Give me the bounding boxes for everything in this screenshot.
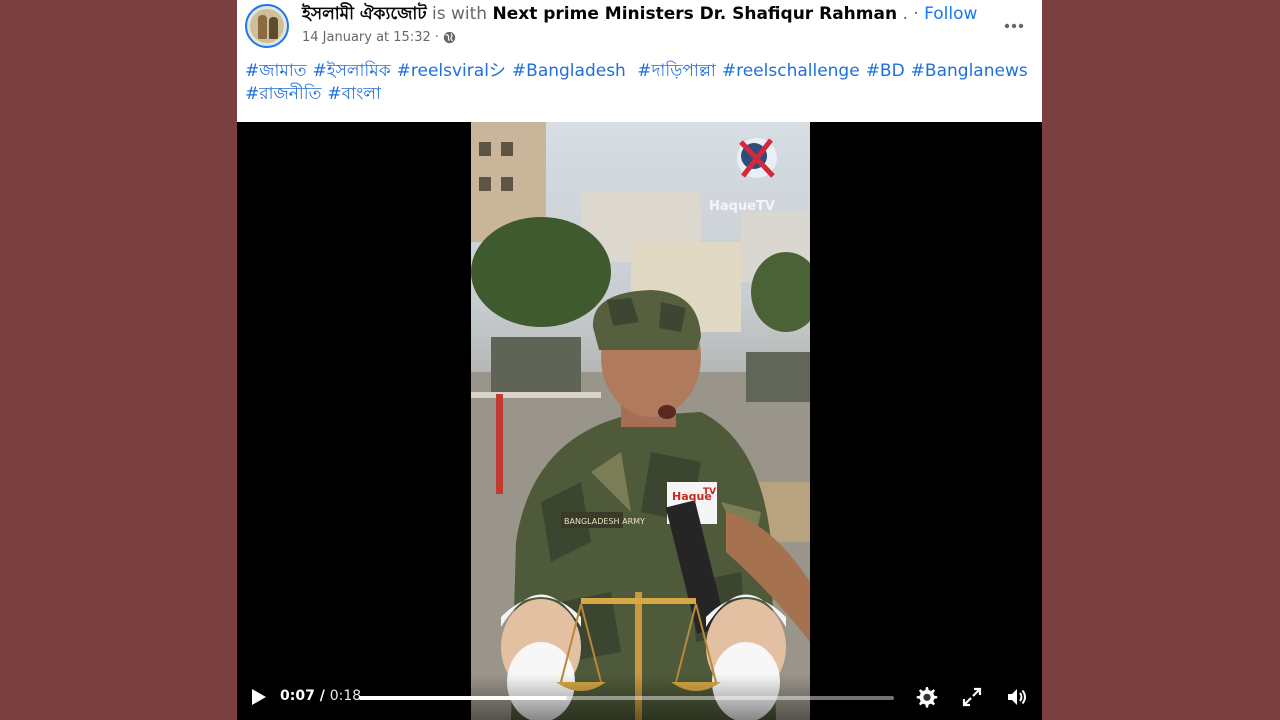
hashtag-link[interactable]: #বাংলা	[327, 84, 381, 104]
volume-icon[interactable]	[1005, 685, 1029, 709]
meta-separator: ·	[434, 30, 439, 45]
title-separator: . ·	[902, 4, 919, 24]
video-time: 0:07 / 0:18	[280, 688, 361, 704]
post-timestamp-link[interactable]: 14 January at 15:32	[302, 30, 431, 45]
hashtag-link[interactable]: #Banglanews	[911, 61, 1028, 81]
follow-button[interactable]: Follow	[924, 4, 977, 24]
gear-icon[interactable]	[914, 685, 938, 709]
post-meta: 14 January at 15:32 ·	[302, 30, 456, 45]
post-header: ইসলামী ঐক্যজোট is with Next prime Minist…	[237, 0, 1042, 122]
video-frame[interactable]: BANGLADESH ARMY Haque TV HaqueTV	[471, 122, 810, 720]
with-text: is with	[432, 4, 488, 24]
tagged-person-link[interactable]: Next prime Ministers Dr. Shafiqur Rahman	[492, 4, 897, 24]
hashtag-link[interactable]: #reelsviralシ	[397, 61, 506, 81]
video-still-image: BANGLADESH ARMY Haque TV HaqueTV	[471, 122, 810, 720]
hashtag-link[interactable]: #reelschallenge	[722, 61, 860, 81]
progress-fill	[359, 696, 568, 700]
hashtag-link[interactable]: #জামাত	[245, 61, 307, 81]
svg-text:HaqueTV: HaqueTV	[709, 199, 775, 214]
hashtag-link[interactable]: #দাড়িপাল্লা	[637, 61, 716, 81]
author-name-link[interactable]: ইসলামী ঐক্যজোট	[302, 4, 427, 24]
time-separator: /	[319, 688, 325, 704]
video-player[interactable]: BANGLADESH ARMY Haque TV HaqueTV 0:07 / …	[237, 122, 1042, 720]
current-time: 0:07	[280, 688, 315, 704]
hashtag-link[interactable]: #Bangladesh	[512, 61, 626, 81]
more-horizontal-icon	[1004, 23, 1024, 29]
svg-text:BANGLADESH ARMY: BANGLADESH ARMY	[564, 517, 645, 526]
author-avatar[interactable]	[245, 4, 289, 48]
fullscreen-icon[interactable]	[960, 685, 984, 709]
post-title-line: ইসলামী ঐক্যজোট is with Next prime Minist…	[302, 3, 977, 25]
play-icon[interactable]	[247, 686, 269, 708]
hashtag-link[interactable]: #রাজনীতি	[245, 84, 321, 104]
hashtag-link[interactable]: #BD	[866, 61, 905, 81]
post-hashtags: #জামাত #ইসলামিক #reelsviralシ #Bangladesh #দ…	[245, 60, 1035, 106]
svg-text:TV: TV	[703, 487, 716, 497]
duration: 0:18	[329, 688, 362, 704]
more-options-button[interactable]	[1000, 12, 1028, 40]
globe-icon[interactable]	[443, 31, 456, 44]
progress-bar[interactable]	[359, 696, 894, 700]
facebook-post: ইসলামী ঐক্যজোট is with Next prime Minist…	[237, 0, 1042, 720]
video-controls: 0:07 / 0:18	[237, 674, 1042, 720]
hashtag-link[interactable]: #ইসলামিক	[313, 61, 391, 81]
